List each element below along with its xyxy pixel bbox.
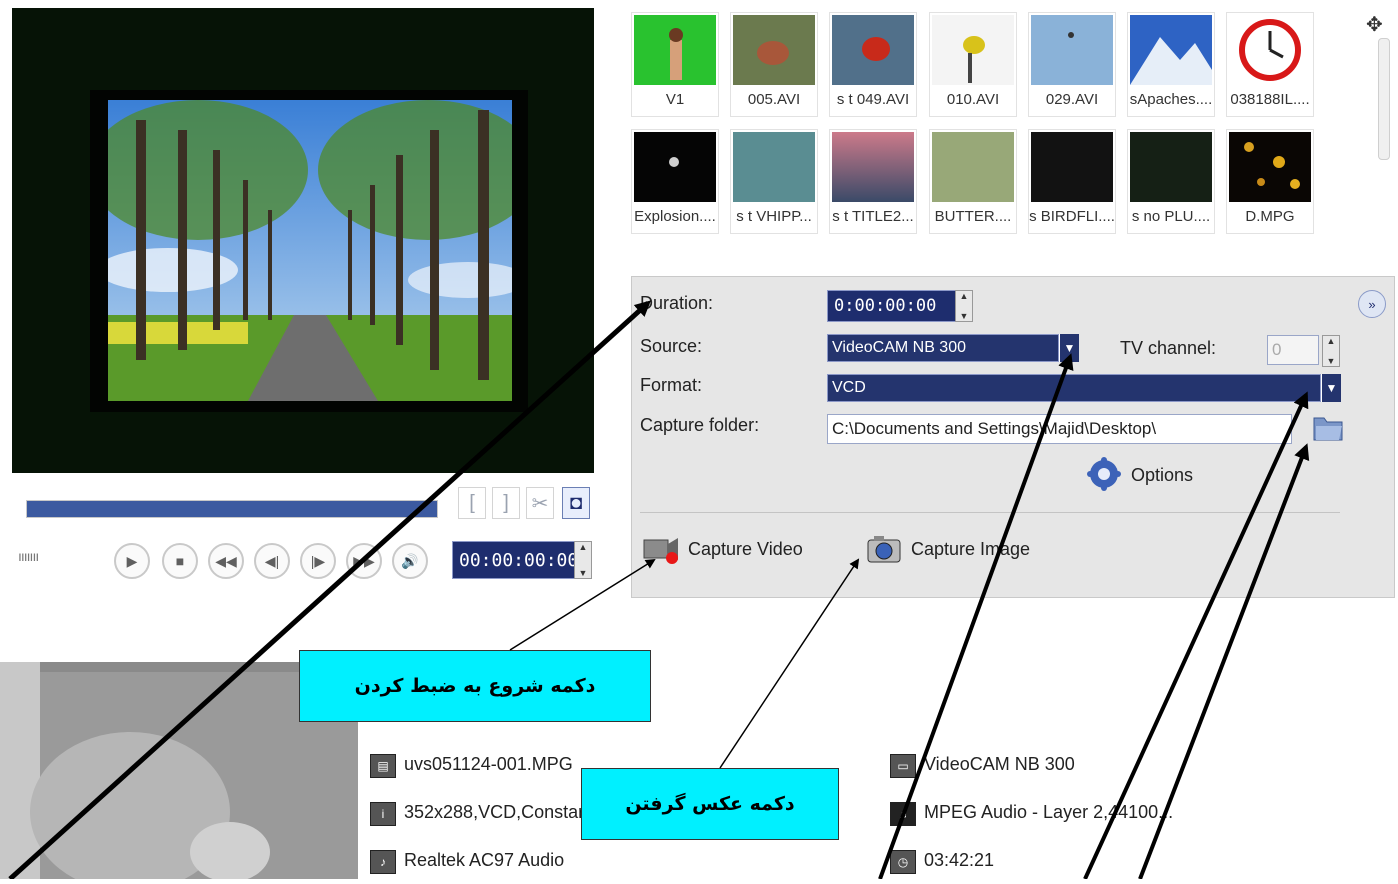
annotation-arrows bbox=[8, 300, 1310, 879]
arrow-to-format bbox=[1083, 391, 1309, 879]
arrow-to-capture-image bbox=[719, 558, 860, 769]
arrow-to-capture-video bbox=[509, 558, 656, 651]
arrow-to-capture-folder bbox=[1138, 443, 1310, 879]
arrow-to-source bbox=[878, 353, 1074, 879]
arrow-to-duration bbox=[8, 300, 651, 879]
